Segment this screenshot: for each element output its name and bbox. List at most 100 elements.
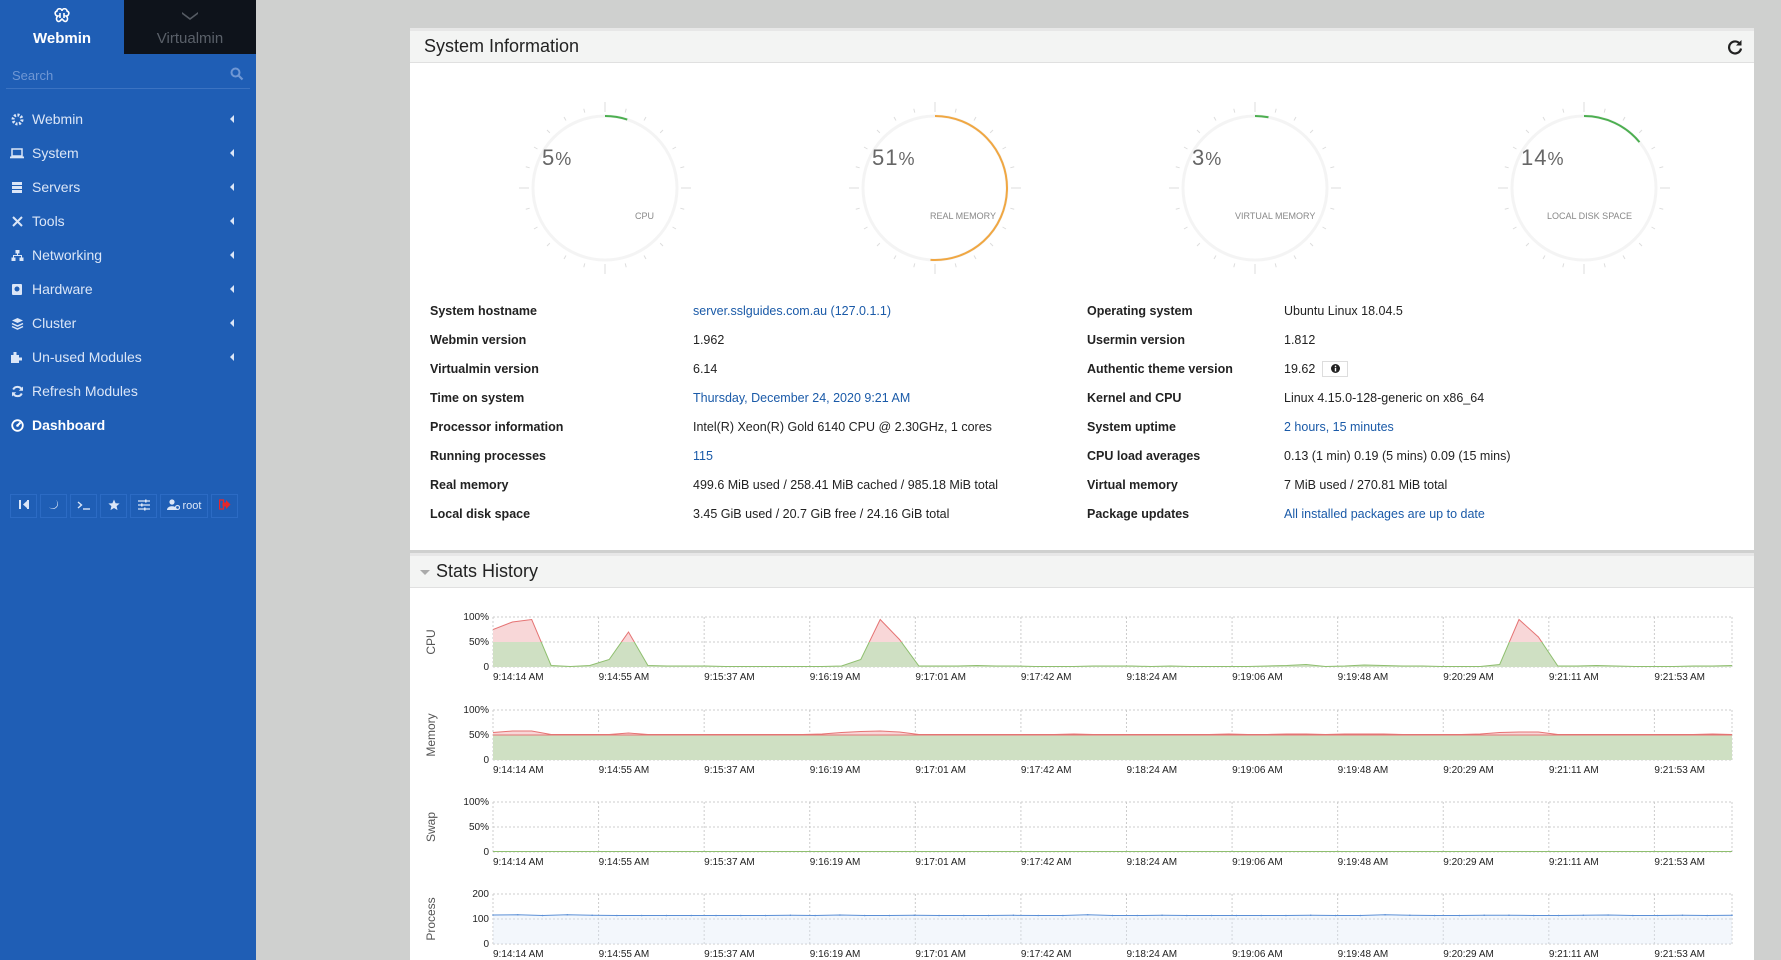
system-time-link[interactable]: Thursday, December 24, 2020 9:21 AM <box>693 391 910 405</box>
search-icon[interactable] <box>230 67 244 81</box>
tab-virtualmin[interactable]: Virtualmin <box>124 0 256 54</box>
gauge-tick <box>583 263 586 268</box>
favorites-button[interactable] <box>100 494 127 518</box>
gauge-tick <box>1213 116 1217 121</box>
gauge-tick <box>1504 166 1509 169</box>
night-mode-button[interactable] <box>40 494 67 518</box>
theme-info-button[interactable] <box>1322 360 1349 377</box>
sidebar-item-refresh-modules[interactable]: Refresh Modules <box>0 374 256 408</box>
data-point <box>1731 914 1733 917</box>
x-tick-label: 9:21:11 AM <box>1549 765 1599 776</box>
sidebar-item-tools[interactable]: Tools <box>0 204 256 238</box>
hostname-link[interactable]: server.sslguides.com.au (127.0.1.1) <box>693 304 891 318</box>
gauge-tick <box>1274 263 1277 268</box>
gauge-fill-arc <box>1583 115 1641 143</box>
gauge-tick <box>1274 108 1277 113</box>
sidebar-item-hardware[interactable]: Hardware <box>0 272 256 306</box>
gauge-tick <box>1542 255 1546 260</box>
logout-button[interactable] <box>211 494 238 518</box>
data-point <box>1359 914 1362 917</box>
x-tick-label: 9:18:24 AM <box>1126 672 1177 683</box>
info-row-kernel: Kernel and CPU Linux 4.15.0-128-generic o… <box>1087 383 1510 412</box>
x-tick-label: 9:14:55 AM <box>599 857 650 868</box>
info-row-processor: Processor information Intel(R) Xeon(R) Go… <box>430 412 998 441</box>
data-point <box>715 914 717 917</box>
caret-left-icon <box>230 251 234 259</box>
gauge-tick <box>1213 255 1217 260</box>
gauge-virtual-memory: 3% VIRTUAL MEMORY <box>1160 93 1350 283</box>
x-tick-label: 9:21:53 AM <box>1654 765 1705 776</box>
theme-settings-button[interactable] <box>130 494 157 518</box>
gauge-tick <box>1603 263 1606 268</box>
running-processes-link[interactable]: 115 <box>693 449 713 463</box>
info-row-load: CPU load averages 0.13 (1 min) 0.19 (5 mi… <box>1087 441 1510 470</box>
x-tick-label: 9:16:19 AM <box>810 949 861 960</box>
package-updates-link[interactable]: All installed packages are up to date <box>1284 507 1485 521</box>
info-key: CPU load averages <box>1087 448 1201 463</box>
gauge-tick <box>893 255 897 260</box>
puzzle-icon <box>10 350 24 364</box>
stats-history-panel: Stats History CPU 100% 50% 0 9:14:14 AM 9:14:… <box>410 553 1754 960</box>
data-point <box>963 914 965 917</box>
system-info-left-table: System hostname server.sslguides.com.au (… <box>430 296 998 528</box>
data-point <box>1632 914 1634 917</box>
x-tick-label: 9:14:55 AM <box>599 672 650 683</box>
y-tick-label: 50% <box>469 637 489 648</box>
gauge-dial <box>519 102 691 274</box>
caret-left-icon <box>230 149 234 157</box>
sidebar-item-servers[interactable]: Servers <box>0 170 256 204</box>
refresh-icon[interactable] <box>1726 38 1744 56</box>
x-tick-label: 9:21:11 AM <box>1549 672 1599 683</box>
info-key: Usermin version <box>1087 332 1185 347</box>
info-value: 1.812 <box>1284 332 1316 347</box>
sidebar-item-webmin[interactable]: Webmin <box>0 102 256 136</box>
sidebar-item-system[interactable]: System <box>0 136 256 170</box>
gauge-tick <box>863 226 868 230</box>
data-point <box>1409 914 1411 917</box>
data-point <box>1037 914 1039 917</box>
gauge-tick <box>1659 207 1664 210</box>
x-tick-label: 9:19:06 AM <box>1232 949 1283 960</box>
gauge-tick <box>1622 116 1626 121</box>
data-point <box>1235 914 1238 917</box>
sidebar-item-cluster[interactable]: Cluster <box>0 306 256 340</box>
x-tick-label: 9:17:01 AM <box>915 949 966 960</box>
data-point <box>1161 914 1163 917</box>
gauge-tick <box>525 166 530 169</box>
x-tick-label: 9:15:37 AM <box>704 672 755 683</box>
gauge-tick <box>624 108 627 113</box>
terminal-button[interactable] <box>70 494 97 518</box>
chart-swap: Swap 100% 50% 0 9:14:14 AM 9:14:55 AM 9:15:37 … <box>424 797 1733 868</box>
data-point <box>987 914 990 917</box>
panel-title: System Information <box>424 36 580 56</box>
sidebar-item-networking[interactable]: Networking <box>0 238 256 272</box>
x-tick-label: 9:20:29 AM <box>1443 949 1494 960</box>
user-name: root <box>182 500 202 512</box>
sidebar-item-label: Cluster <box>32 315 77 331</box>
y-tick-label: 0 <box>483 662 489 673</box>
sidebar-item-dashboard[interactable]: Dashboard <box>0 408 256 442</box>
gauge-tick <box>1183 226 1188 230</box>
info-row-real-memory: Real memory 499.6 MiB used / 258.41 MiB c… <box>430 470 998 499</box>
tab-webmin[interactable]: Webmin <box>0 0 124 54</box>
laptop-icon <box>10 146 24 160</box>
gauge-tick <box>1309 129 1314 134</box>
gauge-tick <box>1330 207 1335 210</box>
x-tick-label: 9:18:24 AM <box>1126 857 1177 868</box>
gauge-tick <box>546 242 551 247</box>
gauge-tick <box>973 116 977 121</box>
info-key: Time on system <box>430 390 525 405</box>
uptime-link[interactable]: 2 hours, 15 minutes <box>1284 420 1394 434</box>
sidebar-item-unused-modules[interactable]: Un-used Modules <box>0 340 256 374</box>
gauge-tick <box>583 108 586 113</box>
info-value: 7 MiB used / 270.81 MiB total <box>1284 477 1448 492</box>
search-input[interactable] <box>6 62 250 88</box>
gauge-tick <box>659 242 664 247</box>
x-tick-label: 9:14:14 AM <box>493 857 544 868</box>
sidebar-search <box>6 62 250 89</box>
collapse-sidebar-button[interactable] <box>10 494 37 518</box>
info-key: Kernel and CPU <box>1087 390 1182 405</box>
user-button[interactable]: root <box>160 494 208 518</box>
gauge-tick <box>893 116 897 121</box>
sidebar-item-label: System <box>32 145 79 161</box>
